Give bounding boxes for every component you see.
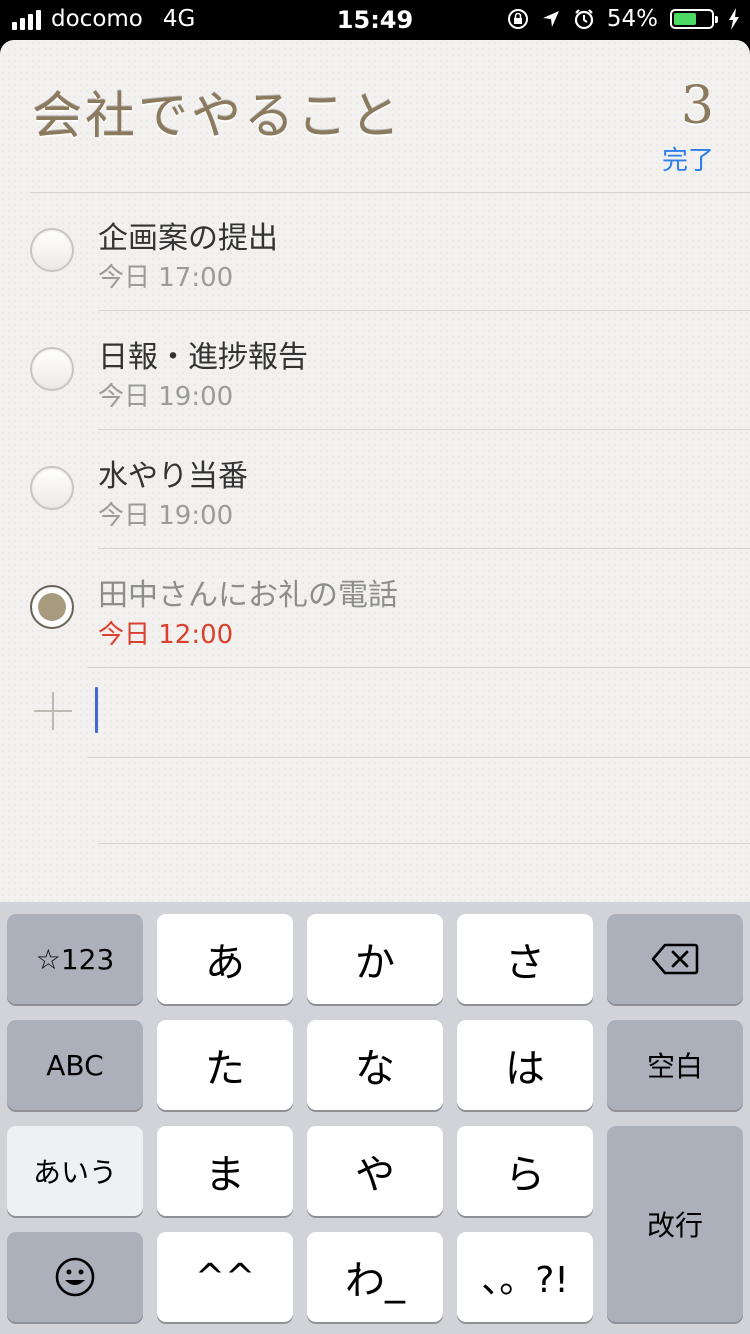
key-na[interactable]: な xyxy=(307,1020,443,1110)
japanese-kana-keyboard: ☆123 あ か さ ABC た な は 空白 あいう ま や ら 改行 ^^ … xyxy=(0,902,750,1334)
key-label: わ_ xyxy=(345,1258,405,1304)
reminder-item-completed[interactable]: 田中さんにお礼の電話 今日 12:00 xyxy=(0,550,750,669)
key-label: ^^ xyxy=(194,1256,256,1298)
key-abc[interactable]: ABC xyxy=(7,1020,143,1110)
divider xyxy=(98,429,750,430)
plus-icon[interactable] xyxy=(34,692,72,730)
key-label: 、。?! xyxy=(481,1260,569,1301)
battery-icon xyxy=(670,9,718,29)
battery-percent: 54% xyxy=(606,6,658,32)
status-right: 54% xyxy=(507,6,740,32)
key-label: た xyxy=(205,1046,245,1092)
divider xyxy=(98,843,750,844)
reminder-title: 田中さんにお礼の電話 xyxy=(98,578,398,613)
key-kana-mode[interactable]: あいう xyxy=(7,1126,143,1216)
charging-bolt-icon xyxy=(728,8,740,30)
divider xyxy=(88,667,750,668)
reminder-count: 3 xyxy=(680,76,714,136)
list-title: 会社でやること xyxy=(32,87,403,145)
divider xyxy=(98,548,750,549)
divider xyxy=(98,310,750,311)
key-label: ら xyxy=(505,1152,545,1198)
space-key[interactable]: 空白 xyxy=(607,1020,743,1110)
key-numbers[interactable]: ☆123 xyxy=(7,914,143,1004)
key-label: ☆123 xyxy=(35,942,115,976)
reminder-time-overdue: 今日 12:00 xyxy=(98,620,234,650)
key-ka[interactable]: か xyxy=(307,914,443,1004)
key-label: ま xyxy=(205,1152,245,1198)
key-ya[interactable]: や xyxy=(307,1126,443,1216)
location-arrow-icon xyxy=(541,9,561,29)
done-button[interactable]: 完了 xyxy=(662,140,714,177)
key-punctuation[interactable]: 、。?! xyxy=(457,1232,593,1322)
key-ma[interactable]: ま xyxy=(157,1126,293,1216)
orientation-lock-icon xyxy=(507,8,529,30)
reminder-item[interactable]: 日報・進捗報告 今日 19:00 xyxy=(0,312,750,431)
emoji-key[interactable] xyxy=(7,1232,143,1322)
key-label: ABC xyxy=(46,1048,104,1082)
reminder-title: 企画案の提出 xyxy=(98,221,278,256)
key-ta[interactable]: た xyxy=(157,1020,293,1110)
text-cursor[interactable] xyxy=(95,687,98,733)
key-kaomoji[interactable]: ^^ xyxy=(157,1232,293,1322)
reminder-title: 水やり当番 xyxy=(98,459,248,494)
checkbox-circle[interactable] xyxy=(30,466,74,510)
key-label: や xyxy=(355,1152,395,1198)
checked-dot-icon xyxy=(38,593,66,621)
divider xyxy=(88,757,750,758)
emoji-icon xyxy=(54,1256,96,1298)
reminder-item[interactable]: 企画案の提出 今日 17:00 xyxy=(0,193,750,312)
key-label: 空白 xyxy=(646,1050,703,1083)
return-key[interactable]: 改行 xyxy=(607,1126,743,1322)
key-label: は xyxy=(505,1046,545,1092)
backspace-icon xyxy=(651,943,699,975)
key-ha[interactable]: は xyxy=(457,1020,593,1110)
checkbox-circle[interactable] xyxy=(30,228,74,272)
checkbox-circle[interactable] xyxy=(30,347,74,391)
key-label: 改行 xyxy=(646,1209,703,1242)
reminder-time: 今日 17:00 xyxy=(98,263,234,293)
key-label: な xyxy=(355,1046,395,1092)
key-label: さ xyxy=(505,940,545,986)
reminder-item[interactable]: 水やり当番 今日 19:00 xyxy=(0,431,750,550)
key-ra[interactable]: ら xyxy=(457,1126,593,1216)
reminder-time: 今日 19:00 xyxy=(98,501,234,531)
key-label: か xyxy=(355,940,395,986)
status-bar: docomo 4G 15:49 54% xyxy=(0,0,750,40)
reminder-time: 今日 19:00 xyxy=(98,382,234,412)
key-a[interactable]: あ xyxy=(157,914,293,1004)
reminder-title: 日報・進捗報告 xyxy=(98,340,308,375)
key-label: あ xyxy=(205,940,245,986)
key-label: あいう xyxy=(32,1156,117,1189)
key-wa[interactable]: わ_ xyxy=(307,1232,443,1322)
key-sa[interactable]: さ xyxy=(457,914,593,1004)
alarm-icon xyxy=(573,8,595,30)
reminder-list-sheet: 会社でやること 3 完了 企画案の提出 今日 17:00 日報・進捗報告 今日 … xyxy=(0,40,750,902)
checked-circle[interactable] xyxy=(30,585,74,629)
backspace-key[interactable] xyxy=(607,914,743,1004)
